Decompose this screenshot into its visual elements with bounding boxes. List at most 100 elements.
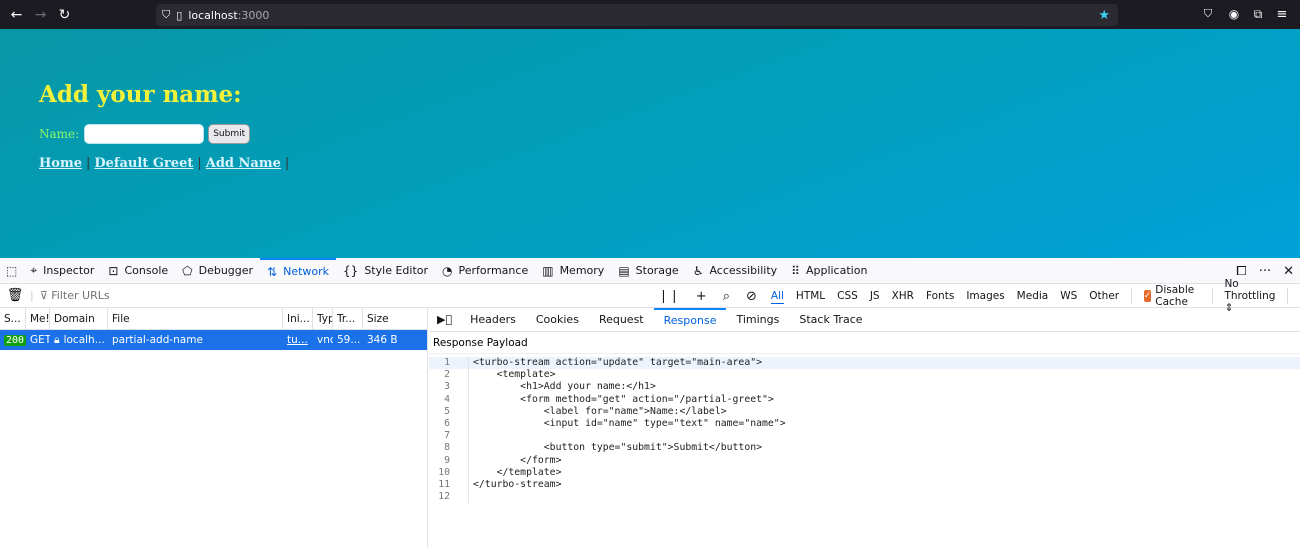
tab-accessibility[interactable]: ♿ Accessibility: [686, 258, 784, 284]
tab-stack-trace[interactable]: Stack Trace: [789, 308, 872, 332]
throttling-select[interactable]: No Throttling ⇕: [1218, 278, 1281, 314]
search-icon[interactable]: ⌕: [723, 289, 730, 304]
inspector-icon: ⌖: [30, 263, 38, 277]
response-code-viewer[interactable]: 1 <turbo-stream action="update" target="m…: [429, 357, 1300, 504]
tab-label: Debugger: [198, 264, 254, 277]
accessibility-icon: ♿: [692, 263, 704, 278]
tab-headers[interactable]: Headers: [460, 308, 526, 332]
filter-images[interactable]: Images: [960, 284, 1010, 308]
code-text: <template>: [473, 369, 556, 381]
gauge-icon: ◔: [442, 263, 453, 278]
reload-icon[interactable]: ↻: [52, 2, 77, 27]
responsive-design-icon[interactable]: ⧠: [1236, 264, 1246, 279]
add-name-link[interactable]: Add Name: [206, 156, 281, 171]
extensions-icon[interactable]: ⧉: [1248, 4, 1268, 24]
response-payload-header[interactable]: Response Payload: [429, 332, 1300, 354]
forward-icon[interactable]: →: [28, 2, 53, 27]
filter-all[interactable]: All: [765, 284, 790, 308]
pick-element-icon[interactable]: ⬚: [0, 258, 23, 284]
tab-console[interactable]: ⊡ Console: [101, 258, 175, 284]
line-number: 8: [429, 442, 469, 455]
tab-label: Storage: [635, 264, 679, 277]
tab-response[interactable]: Response: [653, 307, 727, 332]
filter-media[interactable]: Media: [1011, 284, 1055, 308]
filter-urls-input[interactable]: ⊽ Filter URLs: [40, 289, 110, 302]
code-text: <label for="name">Name:</label>: [473, 405, 727, 417]
close-icon[interactable]: ✕: [1283, 264, 1294, 279]
separator: |: [197, 156, 202, 171]
col-file[interactable]: File: [108, 308, 283, 329]
detail-tabs: ▶⃞ Headers Cookies Request Response Timi…: [429, 307, 1300, 332]
tab-application[interactable]: ⠿ Application: [784, 258, 874, 284]
request-row[interactable]: 200 GET 🔒︎ localh... partial-add-name tu.…: [0, 330, 427, 350]
code-line: 11 </turbo-stream>: [429, 478, 1300, 492]
home-link[interactable]: Home: [39, 156, 82, 171]
toggle-sidebar-icon[interactable]: ▶⃞: [429, 313, 460, 326]
code-text: <h1>Add your name:</h1>: [473, 381, 656, 393]
url-text[interactable]: localhost:3000: [188, 9, 269, 22]
filter-ws[interactable]: WS: [1054, 284, 1083, 308]
line-number: 12: [429, 491, 469, 504]
shield-icon[interactable]: ⛉: [162, 8, 170, 22]
submit-button[interactable]: Submit: [208, 124, 251, 144]
pause-icon[interactable]: ❘❘: [658, 289, 680, 304]
tab-timings[interactable]: Timings: [726, 308, 789, 332]
disable-cache-checkbox[interactable]: ✓ Disable Cache: [1138, 284, 1206, 308]
default-greet-link[interactable]: Default Greet: [94, 156, 193, 171]
cell-size: 346 B: [367, 334, 398, 346]
tab-cookies[interactable]: Cookies: [526, 308, 589, 332]
bookmark-star-icon[interactable]: ★: [1098, 8, 1110, 23]
block-icon[interactable]: ⊘: [746, 289, 757, 304]
tab-memory[interactable]: ▥ Memory: [535, 258, 611, 284]
menu-icon[interactable]: ≡: [1272, 4, 1292, 24]
devtools-tabs: ⬚ ⌖ Inspector ⊡ Console ⬠ Debugger ⇅ Network…: [0, 257, 1300, 284]
filter-css[interactable]: CSS: [831, 284, 864, 308]
nav-links: Home | Default Greet | Add Name |: [39, 156, 293, 171]
line-number: 2: [429, 369, 469, 382]
code-line: 4 <form method="get" action="/partial-gr…: [429, 393, 1300, 406]
tab-label: Style Editor: [364, 264, 429, 277]
trash-icon[interactable]: 🗑: [0, 288, 30, 303]
request-list: S... Me! Domain File Ini... Typ Tr... Si…: [0, 308, 428, 547]
filter-fonts[interactable]: Fonts: [920, 284, 960, 308]
network-toolbar: 🗑 | ⊽ Filter URLs ❘❘ + ⌕ ⊘ All HTML CSS …: [0, 278, 1300, 314]
back-icon[interactable]: ←: [4, 2, 29, 27]
tab-label: Memory: [559, 264, 605, 277]
url-bar[interactable]: ⛉ ▯ localhost:3000 ★: [156, 4, 1118, 26]
line-number: 5: [429, 405, 469, 418]
checkbox-checked-icon: ✓: [1143, 290, 1152, 302]
col-domain[interactable]: Domain: [50, 308, 108, 329]
pocket-icon[interactable]: ⛉: [1198, 4, 1218, 24]
url-host: localhost: [188, 8, 238, 22]
tab-debugger[interactable]: ⬠ Debugger: [175, 258, 260, 284]
filter-js[interactable]: JS: [864, 284, 886, 308]
tab-performance[interactable]: ◔ Performance: [435, 258, 535, 284]
code-line: 1 <turbo-stream action="update" target="m…: [429, 357, 1300, 370]
tab-inspector[interactable]: ⌖ Inspector: [23, 258, 101, 284]
code-text: <turbo-stream action="update" target="ma…: [473, 357, 763, 368]
cell-initiator[interactable]: tu...: [283, 330, 313, 350]
tab-style-editor[interactable]: {} Style Editor: [336, 258, 435, 284]
col-type[interactable]: Typ: [313, 308, 333, 329]
name-input[interactable]: [84, 124, 205, 144]
tab-storage[interactable]: ▤ Storage: [611, 258, 685, 284]
cell-method: GET: [30, 334, 50, 346]
col-transferred[interactable]: Tr...: [333, 308, 363, 329]
account-icon[interactable]: ◉: [1224, 4, 1244, 24]
disable-cache-label: Disable Cache: [1155, 284, 1195, 308]
add-icon[interactable]: +: [696, 289, 707, 304]
divider: |: [30, 289, 34, 302]
col-status[interactable]: S...: [0, 308, 26, 329]
filter-xhr[interactable]: XHR: [886, 284, 920, 308]
col-initiator[interactable]: Ini...: [283, 308, 313, 329]
col-size[interactable]: Size: [363, 308, 427, 329]
tab-request[interactable]: Request: [589, 308, 654, 332]
more-options-icon[interactable]: ···: [1259, 264, 1271, 279]
divider: [1287, 288, 1289, 304]
tab-network[interactable]: ⇅ Network: [260, 257, 337, 284]
filter-other[interactable]: Other: [1083, 284, 1125, 308]
filter-html[interactable]: HTML: [790, 284, 831, 308]
col-method[interactable]: Me!: [26, 308, 50, 329]
line-number: 4: [429, 393, 469, 406]
network-icon: ⇅: [267, 264, 278, 279]
